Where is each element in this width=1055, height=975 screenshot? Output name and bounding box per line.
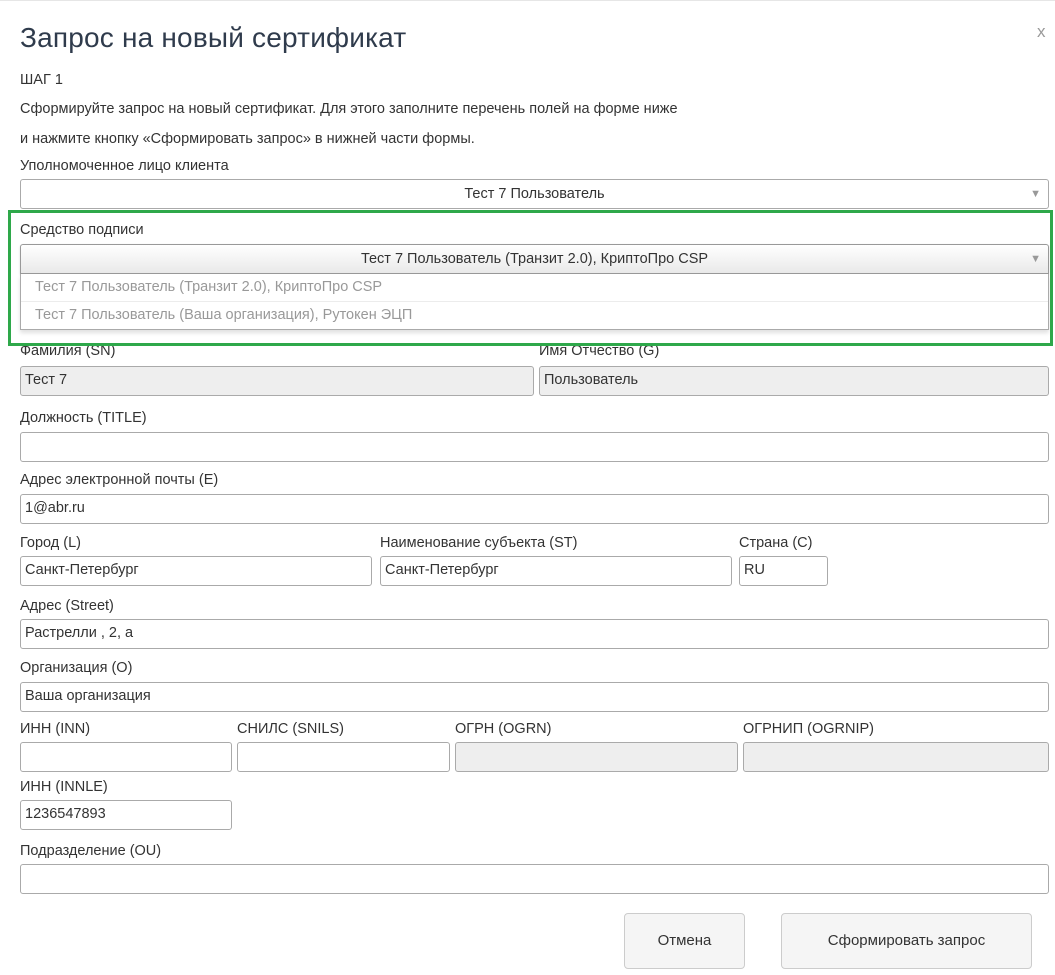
city-label: Город (L) — [20, 535, 81, 551]
state-label: Наименование субъекта (ST) — [380, 535, 578, 551]
title-label: Должность (TITLE) — [20, 410, 147, 426]
organization-label: Организация (O) — [20, 660, 133, 676]
authorized-person-value: Тест 7 Пользователь — [464, 186, 605, 202]
cancel-button[interactable]: Отмена — [624, 913, 745, 969]
inn-field[interactable] — [20, 742, 232, 772]
authorized-person-select[interactable]: Тест 7 Пользователь ▼ — [20, 179, 1049, 209]
ou-field[interactable] — [20, 864, 1049, 894]
snils-label: СНИЛС (SNILS) — [237, 721, 344, 737]
signing-tool-option[interactable]: Тест 7 Пользователь (Ваша организация), … — [21, 301, 1048, 329]
signing-tool-dropdown: Тест 7 Пользователь (Транзит 2.0), Крипт… — [20, 274, 1049, 330]
signing-tool-label: Средство подписи — [20, 222, 144, 238]
signing-tool-value: Тест 7 Пользователь (Транзит 2.0), Крипт… — [360, 251, 709, 267]
title-field[interactable] — [20, 432, 1049, 462]
step-label: ШАГ 1 — [20, 72, 63, 88]
signing-tool-option[interactable]: Тест 7 Пользователь (Транзит 2.0), Крипт… — [21, 274, 1048, 301]
given-name-label: Имя Отчество (G) — [539, 343, 660, 359]
instructions-line-1: Сформируйте запрос на новый сертификат. … — [20, 101, 678, 117]
organization-field[interactable]: Ваша организация — [20, 682, 1049, 712]
surname-label: Фамилия (SN) — [20, 343, 116, 359]
ou-label: Подразделение (OU) — [20, 843, 162, 859]
snils-field[interactable] — [237, 742, 450, 772]
state-field[interactable]: Санкт-Петербург — [380, 556, 732, 586]
dialog-title: Запрос на новый сертификат — [20, 22, 407, 53]
innle-label: ИНН (INNLE) — [20, 779, 108, 795]
close-icon[interactable]: x — [1037, 22, 1046, 42]
country-field[interactable]: RU — [739, 556, 828, 586]
street-field[interactable]: Растрелли , 2, а — [20, 619, 1049, 649]
email-label: Адрес электронной почты (E) — [20, 472, 219, 488]
authorized-person-label: Уполномоченное лицо клиента — [20, 158, 229, 174]
chevron-down-icon: ▼ — [1030, 188, 1041, 200]
innle-field[interactable]: 1236547893 — [20, 800, 232, 830]
chevron-down-icon: ▼ — [1030, 253, 1041, 265]
given-name-field[interactable]: Пользователь — [539, 366, 1049, 396]
dialog-top-border — [0, 0, 1055, 1]
submit-request-button[interactable]: Сформировать запрос — [781, 913, 1032, 969]
country-label: Страна (C) — [739, 535, 813, 551]
email-field[interactable]: 1@abr.ru — [20, 494, 1049, 524]
instructions-line-2: и нажмите кнопку «Сформировать запрос» в… — [20, 131, 475, 147]
signing-tool-select[interactable]: Тест 7 Пользователь (Транзит 2.0), Крипт… — [20, 244, 1049, 274]
ogrnip-label: ОГРНИП (OGRNIP) — [743, 721, 875, 737]
city-field[interactable]: Санкт-Петербург — [20, 556, 372, 586]
surname-field[interactable]: Тест 7 — [20, 366, 534, 396]
inn-label: ИНН (INN) — [20, 721, 91, 737]
street-label: Адрес (Street) — [20, 598, 114, 614]
ogrn-field[interactable] — [455, 742, 738, 772]
ogrnip-field[interactable] — [743, 742, 1049, 772]
ogrn-label: ОГРН (OGRN) — [455, 721, 552, 737]
